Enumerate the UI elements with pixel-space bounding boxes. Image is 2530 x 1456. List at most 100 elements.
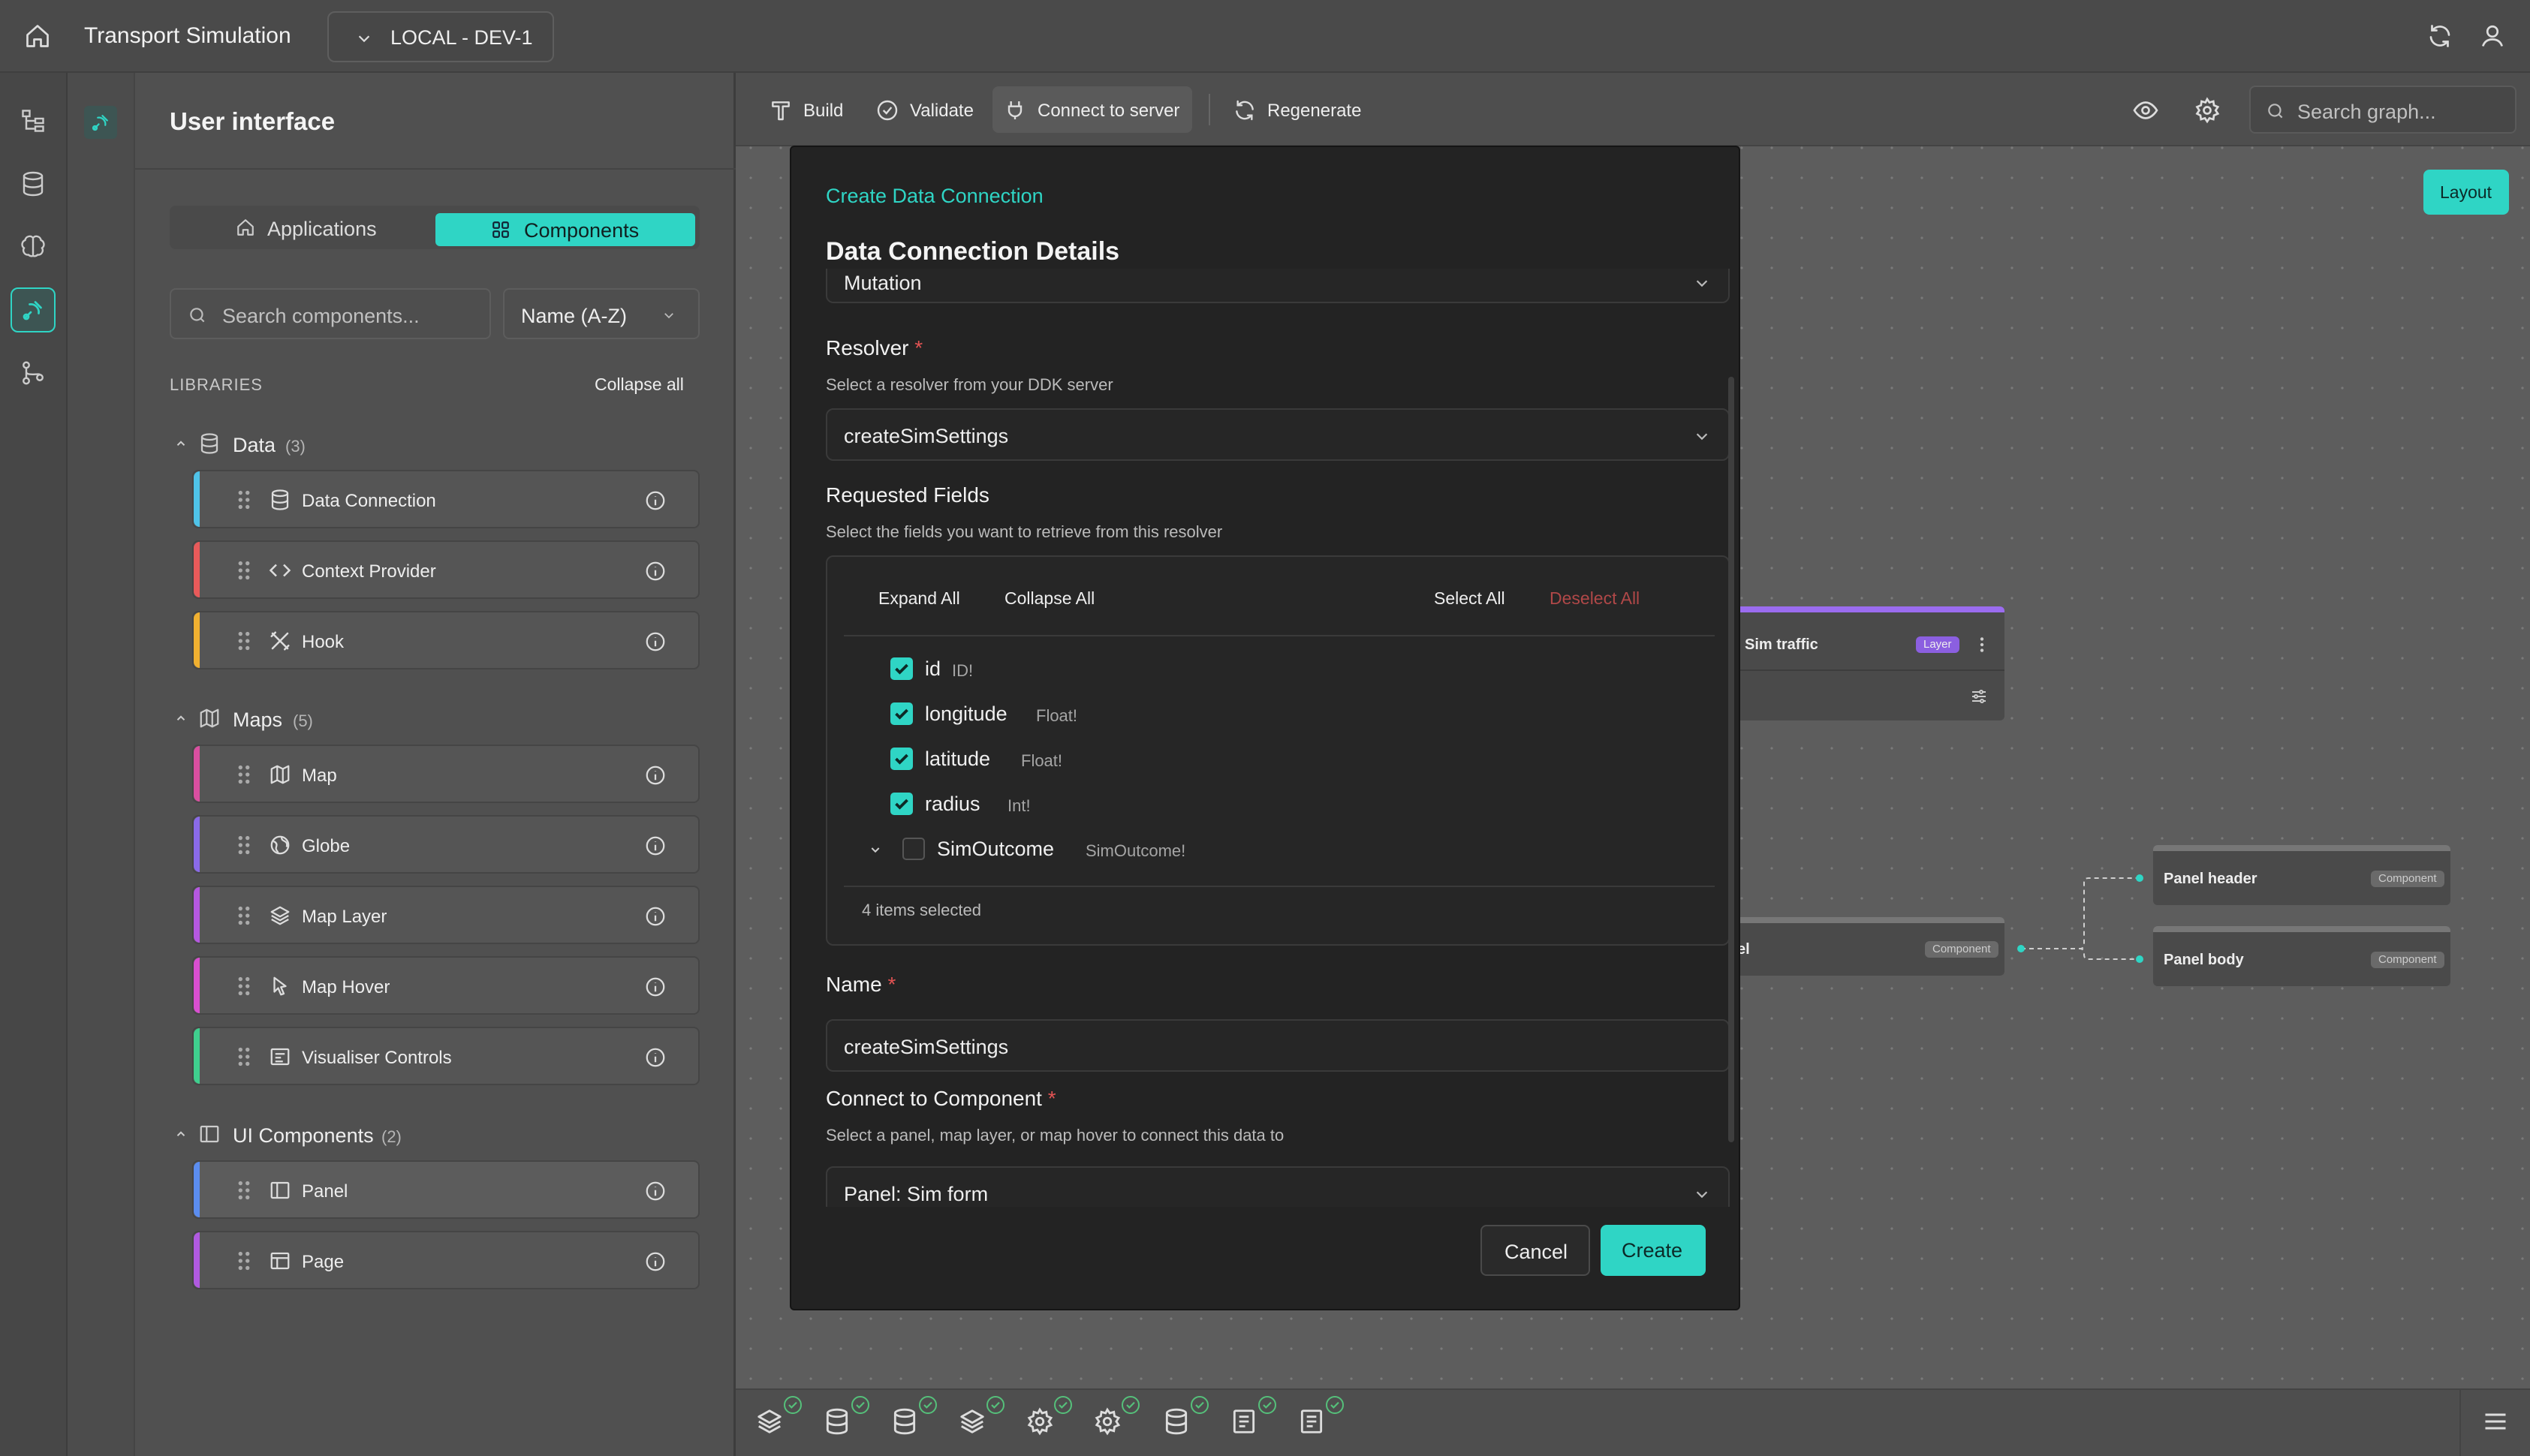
database-icon[interactable] bbox=[890, 1407, 919, 1436]
operation-select[interactable]: Mutation bbox=[826, 269, 1730, 303]
field-row-id[interactable]: id ID! bbox=[890, 654, 1341, 684]
tab-applications[interactable]: Applications bbox=[174, 210, 429, 245]
drag-handle-icon[interactable] bbox=[236, 558, 252, 582]
sort-select[interactable]: Name (A-Z) bbox=[503, 288, 700, 339]
requested-fields-label: Requested Fields bbox=[826, 483, 989, 507]
checkbox-checked[interactable] bbox=[890, 657, 913, 680]
card-label: Hook bbox=[302, 632, 345, 652]
build-button[interactable]: Build bbox=[758, 86, 856, 133]
group-maps[interactable]: Maps (5) bbox=[174, 704, 474, 734]
info-icon[interactable] bbox=[644, 905, 667, 928]
deselect-all-button[interactable]: Deselect All bbox=[1550, 588, 1640, 609]
graph-search[interactable]: Search graph... bbox=[2249, 86, 2516, 134]
component-card-page[interactable]: Page bbox=[192, 1231, 700, 1289]
modal-scrollbar[interactable] bbox=[1728, 377, 1734, 1142]
info-icon[interactable] bbox=[644, 560, 667, 582]
component-card-panel[interactable]: Panel bbox=[192, 1160, 700, 1219]
modal-breadcrumb[interactable]: Create Data Connection bbox=[826, 185, 1044, 208]
component-card-map[interactable]: Map bbox=[192, 745, 700, 803]
menu-icon[interactable] bbox=[2482, 1408, 2509, 1435]
validate-button[interactable]: Validate bbox=[865, 86, 985, 133]
drag-handle-icon[interactable] bbox=[236, 629, 252, 653]
collapse-all-fields-button[interactable]: Collapse All bbox=[1004, 588, 1095, 609]
graph-node-sim-traffic[interactable]: Sim traffic Layer bbox=[1727, 606, 2004, 720]
drag-handle-icon[interactable] bbox=[236, 763, 252, 787]
graph-node-panel-header[interactable]: Panel header Component bbox=[2153, 845, 2450, 905]
layout-button[interactable]: Layout bbox=[2423, 170, 2509, 215]
component-card-map-layer[interactable]: Map Layer bbox=[192, 886, 700, 944]
document-icon[interactable] bbox=[1297, 1407, 1326, 1436]
sliders-icon[interactable] bbox=[1970, 687, 1988, 705]
checkbox-checked[interactable] bbox=[890, 748, 913, 770]
info-icon[interactable] bbox=[644, 1180, 667, 1202]
tab-components[interactable]: Components bbox=[435, 213, 695, 246]
group-ui-components[interactable]: UI Components (2) bbox=[174, 1120, 474, 1150]
component-search[interactable]: Search components... bbox=[170, 288, 491, 339]
build-label: Build bbox=[803, 101, 844, 121]
checkbox-checked[interactable] bbox=[890, 702, 913, 725]
connect-to-component-select[interactable]: Panel: Sim form bbox=[826, 1166, 1730, 1207]
group-data[interactable]: Data (3) bbox=[174, 429, 474, 459]
expand-all-button[interactable]: Expand All bbox=[878, 588, 960, 609]
refresh-icon[interactable] bbox=[2426, 23, 2453, 50]
drag-handle-icon[interactable] bbox=[236, 1178, 252, 1202]
environment-select[interactable]: LOCAL - DEV-1 bbox=[327, 11, 554, 62]
database-icon[interactable] bbox=[823, 1407, 851, 1436]
component-card-globe[interactable]: Globe bbox=[192, 815, 700, 874]
drag-handle-icon[interactable] bbox=[236, 488, 252, 512]
info-icon[interactable] bbox=[644, 835, 667, 857]
more-vertical-icon[interactable] bbox=[1974, 635, 1989, 654]
component-card-context-provider[interactable]: Context Provider bbox=[192, 540, 700, 599]
info-icon[interactable] bbox=[644, 764, 667, 787]
graph-node-panel[interactable]: el Component bbox=[1727, 917, 2004, 976]
layers-icon[interactable] bbox=[755, 1407, 784, 1436]
drag-handle-icon[interactable] bbox=[236, 1249, 252, 1273]
eye-icon[interactable] bbox=[2132, 97, 2159, 124]
checkbox-checked[interactable] bbox=[890, 793, 913, 815]
field-row-latitude[interactable]: latitude Float! bbox=[890, 745, 1341, 775]
regenerate-button[interactable]: Regenerate bbox=[1222, 86, 1380, 133]
graph-node-panel-body[interactable]: Panel body Component bbox=[2153, 926, 2450, 986]
collapse-all-button[interactable]: Collapse all bbox=[595, 375, 684, 395]
interface-icon[interactable] bbox=[20, 296, 47, 323]
gear-icon[interactable] bbox=[1093, 1407, 1122, 1436]
name-input[interactable]: createSimSettings bbox=[826, 1019, 1730, 1072]
gear-icon[interactable] bbox=[1026, 1407, 1054, 1436]
database-icon[interactable] bbox=[1162, 1407, 1191, 1436]
info-icon[interactable] bbox=[644, 976, 667, 998]
select-all-button[interactable]: Select All bbox=[1434, 588, 1505, 609]
chevron-down-icon bbox=[1694, 428, 1710, 444]
drag-handle-icon[interactable] bbox=[236, 1045, 252, 1069]
component-card-map-hover[interactable]: Map Hover bbox=[192, 956, 700, 1015]
layers-icon[interactable] bbox=[958, 1407, 986, 1436]
cancel-button[interactable]: Cancel bbox=[1480, 1225, 1590, 1276]
component-card-visualiser-controls[interactable]: Visualiser Controls bbox=[192, 1027, 700, 1085]
home-icon[interactable] bbox=[24, 23, 51, 50]
brain-icon[interactable] bbox=[20, 233, 47, 260]
connect-to-server-button[interactable]: Connect to server bbox=[992, 86, 1192, 133]
component-card-data-connection[interactable]: Data Connection bbox=[192, 470, 700, 528]
user-icon[interactable] bbox=[2479, 23, 2506, 50]
git-branch-icon[interactable] bbox=[20, 359, 47, 387]
info-icon[interactable] bbox=[644, 489, 667, 512]
modal-scroll-area[interactable]: Mutation Resolver * Select a resolver fr… bbox=[791, 269, 1739, 1207]
tree-icon[interactable] bbox=[20, 107, 47, 134]
field-row-longitude[interactable]: longitude Float! bbox=[890, 699, 1341, 730]
info-icon[interactable] bbox=[644, 630, 667, 653]
field-row-simoutcome[interactable]: SimOutcome SimOutcome! bbox=[869, 835, 1395, 865]
gear-icon[interactable] bbox=[2194, 97, 2221, 124]
document-icon[interactable] bbox=[1230, 1407, 1258, 1436]
field-row-radius[interactable]: radius Int! bbox=[890, 790, 1341, 820]
info-icon[interactable] bbox=[644, 1250, 667, 1273]
drag-handle-icon[interactable] bbox=[236, 904, 252, 928]
database-icon[interactable] bbox=[20, 170, 47, 197]
chevron-down-icon[interactable] bbox=[869, 844, 881, 856]
create-button[interactable]: Create bbox=[1601, 1225, 1706, 1276]
checkbox-unchecked[interactable] bbox=[902, 838, 925, 860]
drag-handle-icon[interactable] bbox=[236, 833, 252, 857]
component-card-hook[interactable]: Hook bbox=[192, 611, 700, 669]
resolver-select[interactable]: createSimSettings bbox=[826, 408, 1730, 461]
pointer-icon bbox=[269, 975, 291, 997]
info-icon[interactable] bbox=[644, 1046, 667, 1069]
drag-handle-icon[interactable] bbox=[236, 974, 252, 998]
